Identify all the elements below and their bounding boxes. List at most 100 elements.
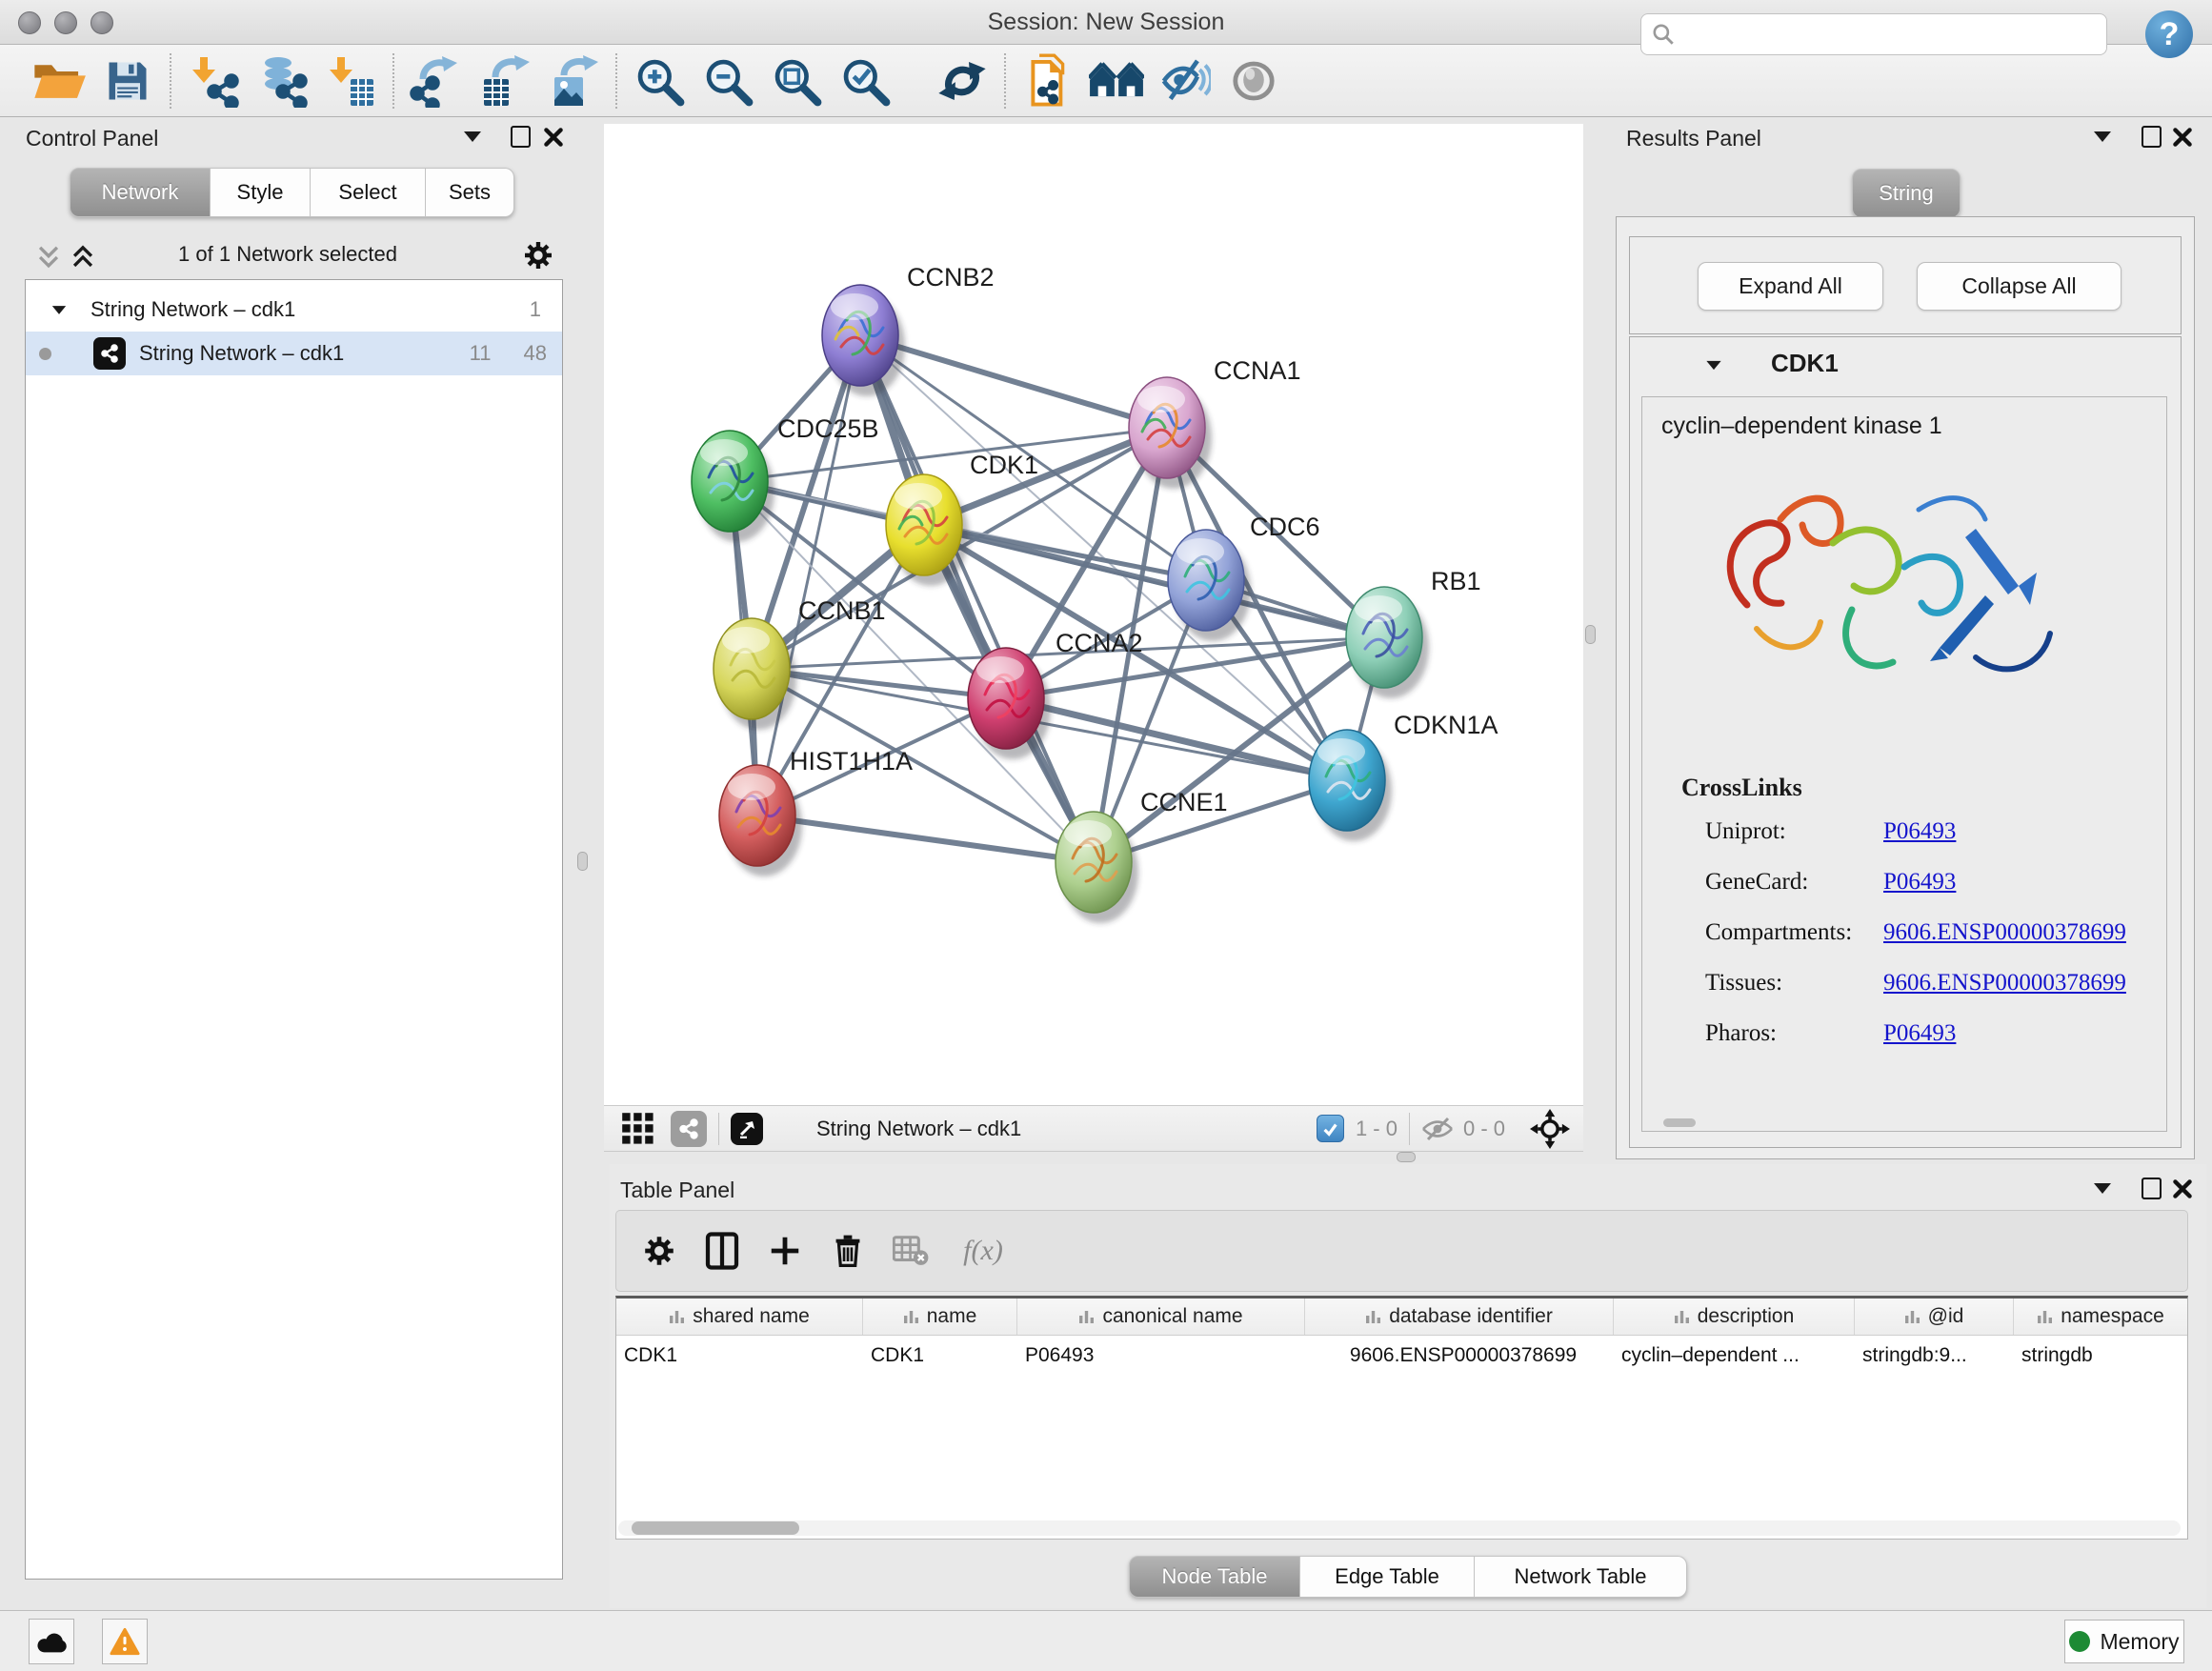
import-network-file-button[interactable] [179,50,248,111]
network-node-ccne1[interactable] [1056,812,1138,923]
crosslink-link[interactable]: 9606.ENSP00000378699 [1883,970,2126,996]
table-panel-float-button[interactable] [2142,1178,2162,1199]
tab-sets[interactable]: Sets [426,168,514,217]
delete-column-button[interactable] [816,1218,879,1284]
network-node-cdkn1a[interactable] [1309,730,1392,841]
import-network-database-button[interactable] [248,50,316,111]
network-canvas[interactable]: CCNB2CCNA1CDC25BCDK1CDC6RB1CCNB1CCNA2CDK… [604,124,1583,1105]
network-edge[interactable] [757,335,860,815]
crosslink-link[interactable]: P06493 [1883,869,1956,895]
zoom-in-button[interactable] [625,50,694,111]
column-header-description[interactable]: description [1614,1299,1855,1335]
export-network-button[interactable] [402,50,471,111]
open-session-button[interactable] [25,50,93,111]
export-image-button[interactable] [539,50,608,111]
refresh-view-button[interactable] [928,50,996,111]
cell-database-identifier[interactable]: 9606.ENSP00000378699 [1305,1336,1614,1376]
add-column-button[interactable] [754,1218,816,1284]
collapse-all-icon[interactable] [36,244,61,271]
tab-node-table[interactable]: Node Table [1129,1556,1300,1598]
crosslink-link[interactable]: P06493 [1883,818,1956,844]
column-header-canonical-name[interactable]: canonical name [1017,1299,1305,1335]
network-node-cdc6[interactable] [1168,530,1251,641]
network-options-gear-icon[interactable] [521,238,555,272]
results-panel-menu-icon[interactable] [2094,131,2111,142]
import-table-file-button[interactable] [316,50,385,111]
column-header-id[interactable]: @id [1855,1299,2014,1335]
network-row-selected[interactable]: String Network – cdk1 11 48 [26,332,562,375]
table-panel-close-icon[interactable] [2172,1178,2193,1199]
cloud-status-button[interactable] [29,1619,74,1664]
collapse-all-button[interactable]: Collapse All [1917,262,2122,311]
crosslink-link[interactable]: 9606.ENSP00000378699 [1883,919,2126,945]
cell-id[interactable]: stringdb:9... [1855,1336,2014,1376]
network-badge-button[interactable] [671,1111,707,1147]
export-table-button[interactable] [471,50,539,111]
memory-button[interactable]: Memory [2064,1620,2184,1663]
detach-view-button[interactable] [731,1113,763,1145]
expand-all-icon[interactable] [70,244,95,271]
network-node-ccnb2[interactable] [822,285,905,396]
crosslink-link[interactable]: P06493 [1883,1020,1956,1046]
table-row[interactable]: CDK1 CDK1 P06493 9606.ENSP00000378699 cy… [616,1336,2187,1376]
entry-scrollbar-thumb[interactable] [1663,1118,1696,1127]
network-node-ccnb1[interactable] [714,618,796,730]
table-panel-menu-icon[interactable] [2094,1183,2111,1194]
results-panel-float-button[interactable] [2142,126,2162,148]
column-header-name[interactable]: name [863,1299,1017,1335]
cell-namespace[interactable]: stringdb [2014,1336,2187,1376]
scrollbar-thumb[interactable] [632,1521,799,1535]
cell-description[interactable]: cyclin–dependent ... [1614,1336,1855,1376]
column-header-shared-name[interactable]: shared name [616,1299,863,1335]
toolbar-search-field[interactable] [1640,13,2107,55]
clone-network-button[interactable] [1014,50,1082,111]
bottom-splitter-handle[interactable] [1397,1152,1416,1162]
birdseye-crosshair-icon[interactable] [1530,1109,1570,1149]
tab-edge-table[interactable]: Edge Table [1300,1556,1475,1598]
save-session-button[interactable] [93,50,162,111]
cell-shared-name[interactable]: CDK1 [616,1336,863,1376]
right-splitter-handle[interactable] [1585,625,1596,644]
function-builder-button[interactable]: f(x) [942,1218,1024,1284]
tab-string[interactable]: String [1852,169,1961,218]
network-edge[interactable] [860,335,1094,862]
results-panel-close-icon[interactable] [2172,127,2193,148]
help-button[interactable]: ? [2145,10,2193,58]
column-header-namespace[interactable]: namespace [2014,1299,2187,1335]
gray-eye-button[interactable] [1219,50,1288,111]
selected-checkbox[interactable] [1317,1115,1344,1142]
delete-table-button[interactable] [879,1218,942,1284]
network-node-hist1h1a[interactable] [719,765,802,876]
table-options-button[interactable] [628,1218,691,1284]
collection-expander-icon[interactable] [52,306,66,314]
network-edge[interactable] [757,815,1094,862]
grid-view-icon[interactable] [621,1112,655,1146]
enhanced-graphics-button[interactable] [1151,50,1219,111]
network-edge[interactable] [860,335,1167,428]
tab-style[interactable]: Style [211,168,311,217]
zoom-selected-button[interactable] [831,50,899,111]
string-home-button[interactable] [1082,50,1151,111]
tab-network[interactable]: Network [70,168,211,217]
warnings-button[interactable] [102,1619,148,1664]
cell-name[interactable]: CDK1 [863,1336,1017,1376]
control-panel-float-button[interactable] [511,126,531,148]
entry-expander-icon[interactable] [1706,361,1720,370]
hidden-eye-slash-icon[interactable] [1421,1117,1454,1141]
network-node-rb1[interactable] [1346,587,1429,698]
network-collection-row[interactable]: String Network – cdk1 1 [26,288,562,332]
column-header-database-identifier[interactable]: database identifier [1305,1299,1614,1335]
control-panel-close-icon[interactable] [543,127,564,148]
zoom-fit-button[interactable] [762,50,831,111]
tab-select[interactable]: Select [311,168,426,217]
left-splitter-handle[interactable] [577,852,588,871]
column-type-icon [669,1310,685,1324]
tab-network-table[interactable]: Network Table [1475,1556,1687,1598]
table-horizontal-scrollbar[interactable] [618,1520,2181,1536]
cell-canonical-name[interactable]: P06493 [1017,1336,1305,1376]
zoom-out-button[interactable] [694,50,762,111]
expand-all-button[interactable]: Expand All [1698,262,1883,311]
control-panel-menu-icon[interactable] [464,131,481,142]
search-input[interactable] [1676,21,2106,48]
show-columns-button[interactable] [691,1218,754,1284]
